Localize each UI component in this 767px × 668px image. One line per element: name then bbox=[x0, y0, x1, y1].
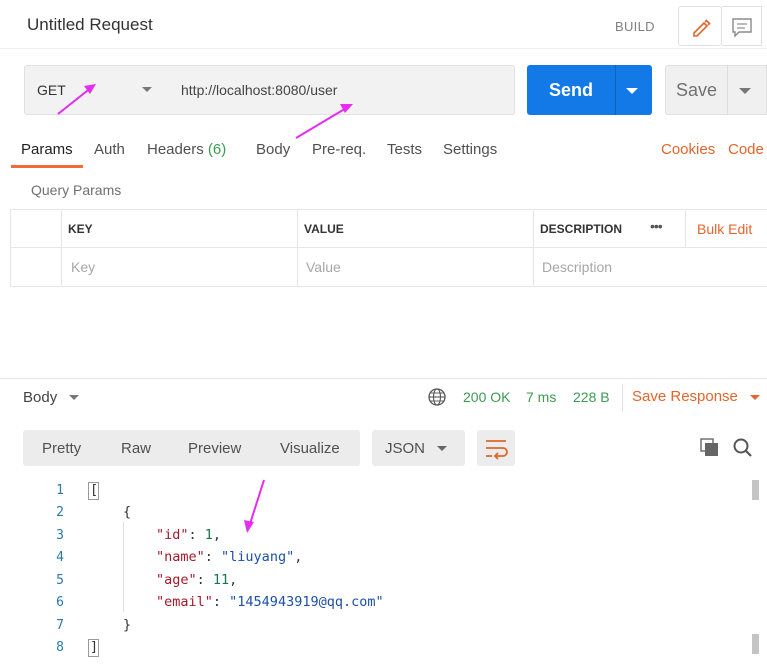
code-line[interactable]: { bbox=[123, 504, 131, 520]
response-divider bbox=[0, 378, 767, 379]
code-line[interactable]: "name": "liuyang", bbox=[156, 549, 302, 565]
wrap-lines-icon bbox=[486, 440, 508, 460]
line-number: 3 bbox=[56, 528, 64, 543]
line-number: 4 bbox=[56, 550, 64, 565]
col-divider bbox=[685, 209, 686, 247]
json-value: "1454943919@qq.com" bbox=[229, 594, 384, 610]
response-size[interactable]: 228 B bbox=[573, 389, 610, 405]
url-value: http://localhost:8080/user bbox=[181, 82, 338, 98]
json-key: "age" bbox=[156, 572, 197, 588]
send-divider bbox=[615, 65, 616, 115]
method-value: GET bbox=[37, 82, 66, 98]
tab-headers-label: Headers bbox=[147, 141, 204, 158]
tab-auth[interactable]: Auth bbox=[94, 141, 125, 158]
status-divider bbox=[622, 384, 623, 412]
build-label[interactable]: BUILD bbox=[615, 19, 655, 34]
globe-icon[interactable] bbox=[427, 387, 447, 407]
view-raw[interactable]: Raw bbox=[121, 440, 151, 457]
description-input[interactable]: Description bbox=[542, 259, 612, 275]
column-header-description: DESCRIPTION bbox=[540, 222, 623, 236]
copy-icon[interactable] bbox=[699, 437, 721, 459]
chevron-down-icon[interactable] bbox=[749, 394, 761, 402]
query-params-title: Query Params bbox=[31, 182, 122, 198]
col-divider bbox=[297, 209, 298, 287]
edit-mode-button[interactable] bbox=[678, 6, 722, 46]
active-tab-indicator bbox=[11, 165, 83, 168]
tab-settings[interactable]: Settings bbox=[443, 141, 497, 158]
line-number: 8 bbox=[56, 640, 64, 655]
col-divider bbox=[533, 209, 534, 287]
headers-count: (6) bbox=[207, 141, 227, 158]
view-visualize[interactable]: Visualize bbox=[280, 440, 340, 457]
line-number: 7 bbox=[56, 618, 64, 633]
view-pretty[interactable]: Pretty bbox=[42, 440, 81, 457]
wrap-lines-button[interactable] bbox=[477, 430, 515, 466]
tab-pre-request[interactable]: Pre-req. bbox=[312, 141, 366, 158]
comments-button[interactable] bbox=[722, 6, 762, 46]
pencil-icon bbox=[693, 19, 711, 37]
json-value: 1 bbox=[204, 527, 213, 543]
send-label: Send bbox=[549, 80, 594, 100]
chevron-down-icon[interactable] bbox=[738, 87, 752, 95]
code-line[interactable]: [ bbox=[90, 482, 98, 498]
cookies-link[interactable]: Cookies bbox=[661, 141, 715, 158]
key-input[interactable]: Key bbox=[71, 259, 95, 275]
value-input[interactable]: Value bbox=[306, 259, 341, 275]
save-label: Save bbox=[676, 80, 718, 100]
tab-headers[interactable]: Headers (6) bbox=[147, 141, 226, 158]
view-preview[interactable]: Preview bbox=[188, 440, 241, 457]
chevron-down-icon bbox=[142, 87, 152, 92]
code-line[interactable]: "age": 11, bbox=[156, 572, 237, 588]
params-header-divider bbox=[10, 247, 767, 248]
tab-params[interactable]: Params bbox=[21, 141, 73, 158]
chevron-down-icon[interactable] bbox=[68, 394, 80, 402]
code-line[interactable]: } bbox=[123, 617, 131, 633]
bulk-edit-link[interactable]: Bulk Edit bbox=[697, 221, 752, 237]
scrollbar-thumb[interactable] bbox=[752, 634, 759, 654]
response-body-label[interactable]: Body bbox=[23, 389, 57, 406]
code-link[interactable]: Code bbox=[728, 141, 764, 158]
chevron-down-icon bbox=[437, 446, 447, 451]
more-options-button[interactable]: ••• bbox=[650, 218, 663, 234]
chevron-down-icon[interactable] bbox=[625, 87, 639, 95]
line-number: 1 bbox=[56, 483, 64, 498]
line-number: 5 bbox=[56, 573, 64, 588]
column-header-value: VALUE bbox=[304, 222, 344, 236]
json-key: "email" bbox=[156, 594, 213, 610]
tab-tests[interactable]: Tests bbox=[387, 141, 422, 158]
request-title[interactable]: Untitled Request bbox=[27, 15, 153, 35]
tab-body[interactable]: Body bbox=[256, 141, 290, 158]
code-line[interactable]: "email": "1454943919@qq.com" bbox=[156, 594, 384, 610]
header-divider bbox=[0, 48, 767, 49]
search-icon[interactable] bbox=[732, 437, 754, 459]
indent-guide bbox=[123, 522, 124, 612]
json-key: "id" bbox=[156, 527, 189, 543]
column-header-key: KEY bbox=[68, 222, 93, 236]
annotation-arrowhead bbox=[244, 520, 254, 533]
json-value: "liuyang" bbox=[221, 549, 295, 565]
line-number: 6 bbox=[56, 595, 64, 610]
save-response-button[interactable]: Save Response bbox=[632, 388, 738, 405]
annotation-arrow bbox=[248, 479, 265, 528]
json-value: 11 bbox=[212, 572, 230, 588]
code-line[interactable]: "id": 1, bbox=[156, 527, 221, 543]
json-key: "name" bbox=[156, 549, 205, 565]
scrollbar-thumb[interactable] bbox=[752, 480, 759, 500]
comment-icon bbox=[732, 18, 752, 38]
format-value: JSON bbox=[385, 440, 426, 457]
code-line[interactable]: ] bbox=[90, 639, 98, 655]
line-number: 2 bbox=[56, 505, 64, 520]
response-time[interactable]: 7 ms bbox=[526, 389, 556, 405]
status-code[interactable]: 200 OK bbox=[463, 389, 510, 405]
save-divider bbox=[727, 65, 728, 115]
col-divider bbox=[61, 209, 62, 287]
